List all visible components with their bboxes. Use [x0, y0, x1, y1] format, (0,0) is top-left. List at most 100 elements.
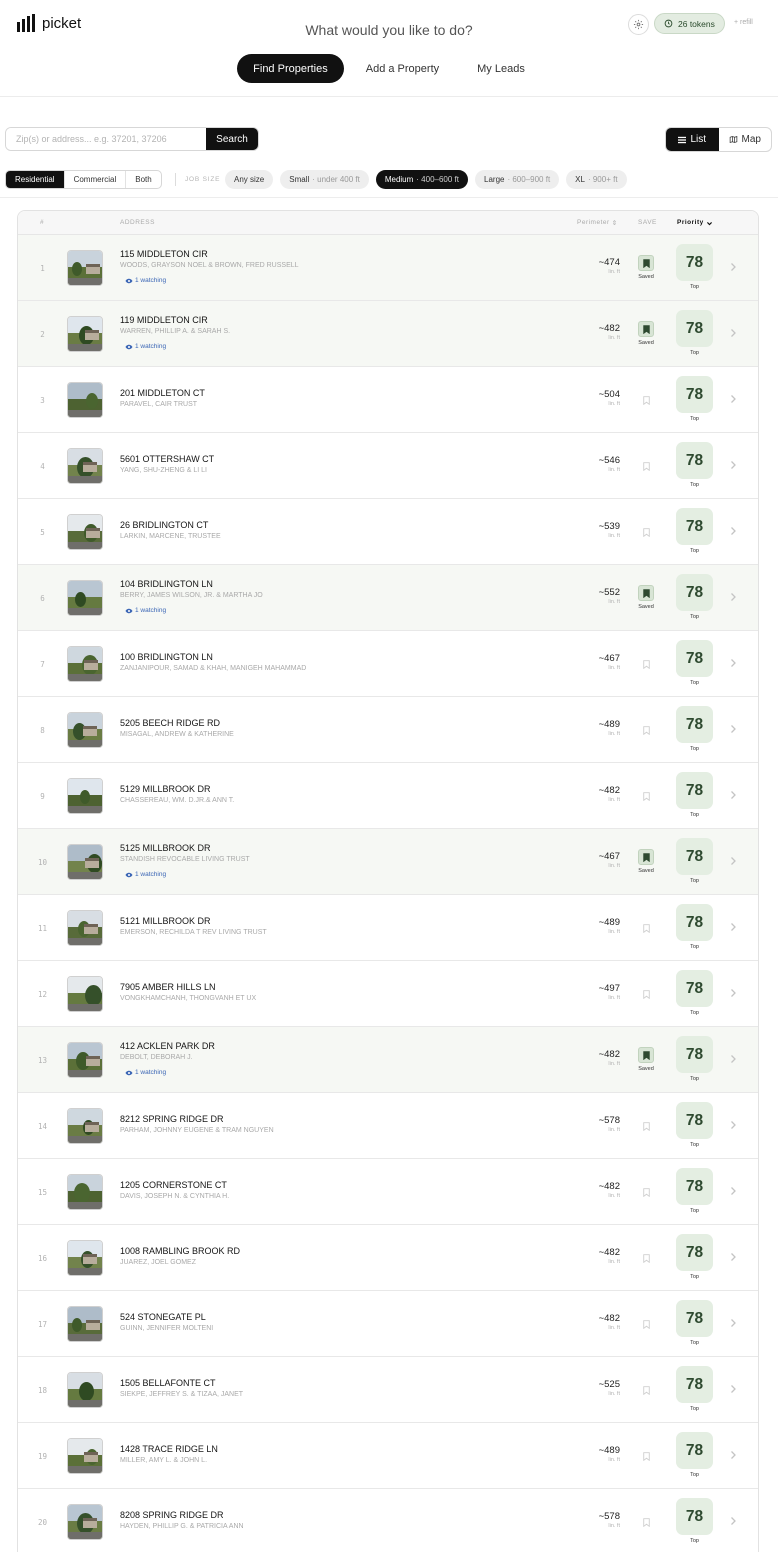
property-thumbnail[interactable]	[67, 910, 103, 946]
save-bookmark-button[interactable]	[638, 722, 654, 738]
save-bookmark-button[interactable]	[638, 788, 654, 804]
table-row[interactable]: 15 1205 CORNERSTONE CT DAVIS, JOSEPH N. …	[18, 1159, 758, 1225]
property-thumbnail[interactable]	[67, 1372, 103, 1408]
chevron-right-icon[interactable]	[728, 855, 738, 867]
save-bookmark-button[interactable]	[638, 656, 654, 672]
search-input[interactable]	[6, 128, 206, 150]
save-bookmark-button[interactable]	[638, 986, 654, 1002]
list-view-button[interactable]: List	[666, 128, 719, 151]
save-bookmark-button[interactable]	[638, 392, 654, 408]
property-address[interactable]: 8212 SPRING RIDGE DR	[120, 1114, 224, 1124]
save-bookmark-button[interactable]	[638, 1118, 654, 1134]
property-address[interactable]: 1505 BELLAFONTE CT	[120, 1378, 216, 1388]
table-row[interactable]: 6 104 BRIDLINGTON LN BERRY, JAMES WILSON…	[18, 565, 758, 631]
chevron-right-icon[interactable]	[728, 1317, 738, 1329]
chevron-right-icon[interactable]	[728, 987, 738, 999]
save-bookmark-button[interactable]	[638, 585, 654, 601]
table-row[interactable]: 4 5601 OTTERSHAW CT YANG, SHU-ZHENG & LI…	[18, 433, 758, 499]
property-address[interactable]: 5601 OTTERSHAW CT	[120, 454, 214, 464]
token-balance-badge[interactable]: 26 tokens	[654, 13, 725, 34]
table-row[interactable]: 13 412 ACKLEN PARK DR DEBOLT, DEBORAH J.…	[18, 1027, 758, 1093]
table-row[interactable]: 5 26 BRIDLINGTON CT LARKIN, MARCENE, TRU…	[18, 499, 758, 565]
table-row[interactable]: 14 8212 SPRING RIDGE DR PARHAM, JOHNNY E…	[18, 1093, 758, 1159]
chip-large[interactable]: Large · 600–900 ft	[475, 170, 560, 189]
chevron-right-icon[interactable]	[728, 459, 738, 471]
property-address[interactable]: 5129 MILLBROOK DR	[120, 784, 211, 794]
table-row[interactable]: 2 119 MIDDLETON CIR WARREN, PHILLIP A. &…	[18, 301, 758, 367]
table-row[interactable]: 8 5205 BEECH RIDGE RD MISAGAL, ANDREW & …	[18, 697, 758, 763]
property-address[interactable]: 201 MIDDLETON CT	[120, 388, 205, 398]
save-bookmark-button[interactable]	[638, 524, 654, 540]
property-address[interactable]: 104 BRIDLINGTON LN	[120, 579, 213, 589]
chevron-right-icon[interactable]	[728, 723, 738, 735]
property-address[interactable]: 5121 MILLBROOK DR	[120, 916, 211, 926]
table-row[interactable]: 7 100 BRIDLINGTON LN ZANJANIPOUR, SAMAD …	[18, 631, 758, 697]
property-thumbnail[interactable]	[67, 250, 103, 286]
save-bookmark-button[interactable]	[638, 920, 654, 936]
save-bookmark-button[interactable]	[638, 1184, 654, 1200]
property-thumbnail[interactable]	[67, 1438, 103, 1474]
save-bookmark-button[interactable]	[638, 1316, 654, 1332]
property-address[interactable]: 115 MIDDLETON CIR	[120, 249, 208, 259]
chevron-right-icon[interactable]	[728, 393, 738, 405]
save-bookmark-button[interactable]	[638, 1250, 654, 1266]
table-row[interactable]: 12 7905 AMBER HILLS LN VONGKHAMCHANH, TH…	[18, 961, 758, 1027]
property-address[interactable]: 524 STONEGATE PL	[120, 1312, 206, 1322]
search-button[interactable]: Search	[206, 128, 258, 150]
chip-small[interactable]: Small · under 400 ft	[280, 170, 369, 189]
save-bookmark-button[interactable]	[638, 1047, 654, 1063]
property-address[interactable]: 412 ACKLEN PARK DR	[120, 1041, 215, 1051]
filter-residential[interactable]: Residential	[6, 171, 65, 188]
table-row[interactable]: 19 1428 TRACE RIDGE LN MILLER, AMY L. & …	[18, 1423, 758, 1489]
chip-xl[interactable]: XL · 900+ ft	[566, 170, 627, 189]
property-address[interactable]: 8208 SPRING RIDGE DR	[120, 1510, 224, 1520]
save-bookmark-button[interactable]	[638, 458, 654, 474]
property-thumbnail[interactable]	[67, 316, 103, 352]
property-thumbnail[interactable]	[67, 778, 103, 814]
property-address[interactable]: 1428 TRACE RIDGE LN	[120, 1444, 218, 1454]
save-bookmark-button[interactable]	[638, 1514, 654, 1530]
nav-add-property[interactable]: Add a Property	[350, 54, 455, 83]
save-bookmark-button[interactable]	[638, 1448, 654, 1464]
chevron-right-icon[interactable]	[728, 657, 738, 669]
chip-any-size[interactable]: Any size	[225, 170, 274, 189]
property-address[interactable]: 1008 RAMBLING BROOK RD	[120, 1246, 240, 1256]
table-row[interactable]: 11 5121 MILLBROOK DR EMERSON, RECHILDA T…	[18, 895, 758, 961]
property-thumbnail[interactable]	[67, 580, 103, 616]
nav-my-leads[interactable]: My Leads	[461, 54, 541, 83]
chevron-right-icon[interactable]	[728, 1053, 738, 1065]
table-row[interactable]: 18 1505 BELLAFONTE CT SIEKPE, JEFFREY S.…	[18, 1357, 758, 1423]
nav-find-properties[interactable]: Find Properties	[237, 54, 344, 83]
table-row[interactable]: 20 8208 SPRING RIDGE DR HAYDEN, PHILLIP …	[18, 1489, 758, 1552]
save-bookmark-button[interactable]	[638, 1382, 654, 1398]
property-address[interactable]: 119 MIDDLETON CIR	[120, 315, 208, 325]
chevron-right-icon[interactable]	[728, 1119, 738, 1131]
property-thumbnail[interactable]	[67, 514, 103, 550]
property-address[interactable]: 5125 MILLBROOK DR	[120, 843, 211, 853]
table-row[interactable]: 10 5125 MILLBROOK DR STANDISH REVOCABLE …	[18, 829, 758, 895]
save-bookmark-button[interactable]	[638, 321, 654, 337]
property-thumbnail[interactable]	[67, 1174, 103, 1210]
property-address[interactable]: 100 BRIDLINGTON LN	[120, 652, 213, 662]
chevron-right-icon[interactable]	[728, 591, 738, 603]
property-thumbnail[interactable]	[67, 646, 103, 682]
property-thumbnail[interactable]	[67, 1240, 103, 1276]
property-thumbnail[interactable]	[67, 844, 103, 880]
save-bookmark-button[interactable]	[638, 255, 654, 271]
property-thumbnail[interactable]	[67, 1108, 103, 1144]
table-row[interactable]: 9 5129 MILLBROOK DR CHASSEREAU, WM. D.JR…	[18, 763, 758, 829]
map-view-button[interactable]: Map	[719, 128, 772, 151]
property-thumbnail[interactable]	[67, 976, 103, 1012]
filter-both[interactable]: Both	[126, 171, 160, 188]
chevron-right-icon[interactable]	[728, 921, 738, 933]
property-thumbnail[interactable]	[67, 712, 103, 748]
property-thumbnail[interactable]	[67, 382, 103, 418]
property-thumbnail[interactable]	[67, 448, 103, 484]
chevron-right-icon[interactable]	[728, 789, 738, 801]
table-row[interactable]: 3 201 MIDDLETON CT PARAVEL, CAIR TRUST ~…	[18, 367, 758, 433]
property-address[interactable]: 26 BRIDLINGTON CT	[120, 520, 208, 530]
property-address[interactable]: 5205 BEECH RIDGE RD	[120, 718, 220, 728]
table-row[interactable]: 1 115 MIDDLETON CIR WOODS, GRAYSON NOEL …	[18, 235, 758, 301]
chevron-right-icon[interactable]	[728, 261, 738, 273]
table-row[interactable]: 17 524 STONEGATE PL GUINN, JENNIFER MOLT…	[18, 1291, 758, 1357]
